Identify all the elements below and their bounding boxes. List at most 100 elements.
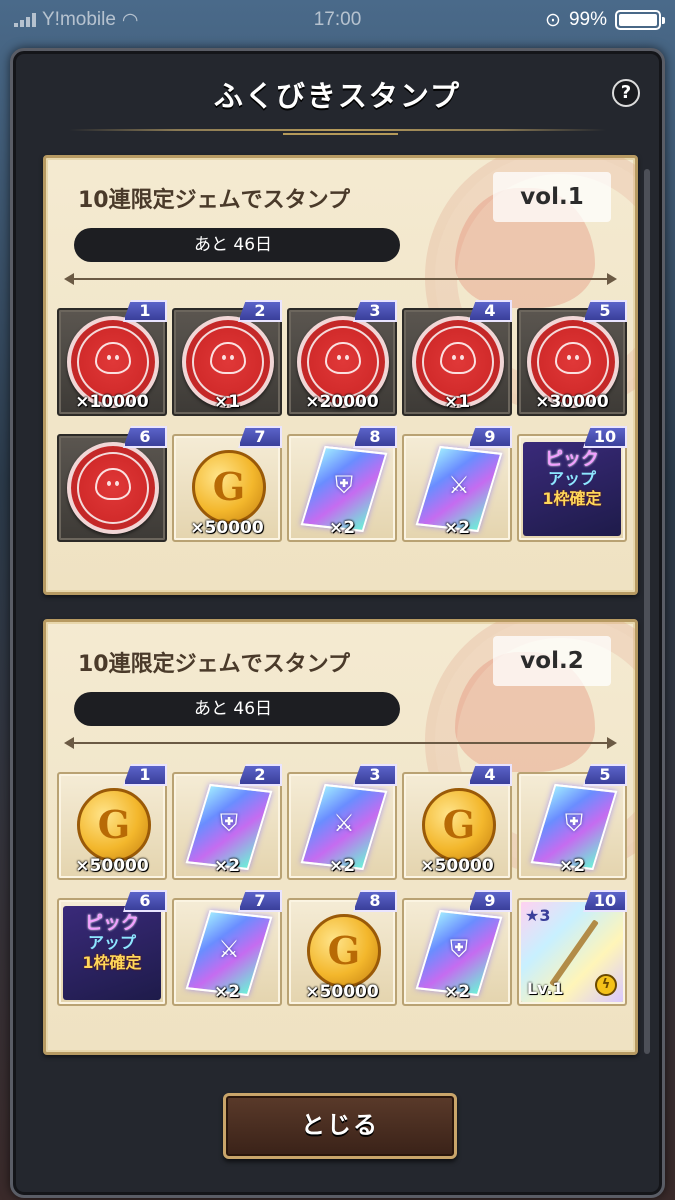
slot-number-badge: 9: [468, 426, 512, 448]
slot-number-badge: 9: [468, 890, 512, 912]
stamp-slot[interactable]: ピック アップ 1枠確定 10: [517, 426, 627, 542]
reward-quantity: ×30000: [535, 392, 609, 412]
sword-icon: [549, 919, 599, 987]
battery-percent: 99%: [568, 9, 607, 30]
battery-icon: [615, 10, 665, 30]
gold-coin-icon: G: [192, 450, 266, 524]
stamp-slot[interactable]: ⚔ 9 ×2: [402, 426, 512, 542]
shield-icon: ⛨: [335, 471, 353, 499]
reward-quantity: ×1: [443, 392, 471, 412]
stamp-slot[interactable]: G 8 ×50000: [287, 890, 397, 1006]
stamp-slot[interactable]: G 1 ×50000: [57, 764, 167, 880]
slime-icon: [555, 342, 591, 374]
reward-quantity: ×2: [213, 856, 241, 876]
slot-number-badge: 8: [353, 890, 397, 912]
reward-quantity: ×50000: [75, 856, 149, 876]
sword-icon: ⚔: [218, 935, 240, 963]
shield-icon: ⛨: [565, 809, 583, 837]
stamp-slot[interactable]: G 4 ×50000: [402, 764, 512, 880]
weapon-card-icon: ★3 Lv.1 ϟ: [521, 902, 623, 1002]
pickup-ticket-icon: ピック アップ 1枠確定: [63, 906, 161, 1000]
shield-icon: ⛨: [450, 935, 468, 963]
reward-quantity: ×50000: [190, 518, 264, 538]
stamp-slot[interactable]: G 7 ×50000: [172, 426, 282, 542]
slime-icon: [95, 342, 131, 374]
stamp-dialog: ふくびきスタンプ ? 10連限定ジェムでスタンプ vol.1 あと 46日 1 ×…: [10, 48, 665, 1198]
help-button[interactable]: ?: [612, 79, 640, 107]
stamp-slot[interactable]: 6: [57, 426, 167, 542]
card-divider: [64, 737, 617, 749]
slot-number-badge: 7: [238, 426, 282, 448]
weapon-level: Lv.1: [527, 979, 564, 998]
stamp-slot[interactable]: 1 ×10000: [57, 300, 167, 416]
stamp-slot[interactable]: 3 ×20000: [287, 300, 397, 416]
reward-quantity: ×2: [213, 982, 241, 1002]
pickup-text: アップ: [547, 469, 596, 488]
shield-icon: ⛨: [220, 809, 238, 837]
gold-coin-icon: G: [307, 914, 381, 988]
slot-number-badge: 1: [123, 300, 167, 322]
status-bar: Y!mobile ◠ 17:00 ⊙ 99%: [0, 0, 675, 40]
stamp-slot[interactable]: ピック アップ 1枠確定 6: [57, 890, 167, 1006]
stamp-slot[interactable]: ⛨ 8 ×2: [287, 426, 397, 542]
title-ornament: [283, 125, 398, 135]
rotation-lock-icon: ⊙: [545, 9, 561, 31]
reward-quantity: ×2: [443, 982, 471, 1002]
reward-quantity: ×2: [558, 856, 586, 876]
sword-icon: ⚔: [448, 471, 470, 499]
pickup-ticket-icon: ピック アップ 1枠確定: [523, 442, 621, 536]
reward-quantity: ×2: [443, 518, 471, 538]
slime-icon: [95, 468, 131, 500]
stamp-card-vol1: 10連限定ジェムでスタンプ vol.1 あと 46日 1 ×10000 2 ×1 3 ×2…: [43, 155, 638, 595]
slot-number-badge: 3: [353, 300, 397, 322]
vol-badge: vol.1: [493, 172, 611, 222]
slot-number-badge: 10: [583, 426, 627, 448]
gold-coin-icon: G: [422, 788, 496, 862]
stamp-slot[interactable]: 2 ×1: [172, 300, 282, 416]
stamp-slot[interactable]: ⚔ 7 ×2: [172, 890, 282, 1006]
pickup-guarantee-text: 1枠確定: [82, 953, 142, 972]
reward-quantity: ×50000: [305, 982, 379, 1002]
gold-coin-icon: G: [77, 788, 151, 862]
slot-number-badge: 2: [238, 764, 282, 786]
reward-quantity: ×50000: [420, 856, 494, 876]
vol-badge: vol.2: [493, 636, 611, 686]
stamp-grid: G 1 ×50000 ⛨ 2 ×2 ⚔ 3 ×2 G 4 ×50000 ⛨ 5 ×2 ピック アップ 1枠確定 6 ⚔…: [57, 764, 629, 1006]
pickup-guarantee-text: 1枠確定: [542, 489, 602, 508]
slime-icon: [440, 342, 476, 374]
stamp-slot[interactable]: ⛨ 9 ×2: [402, 890, 512, 1006]
slot-number-badge: 6: [123, 426, 167, 448]
reward-quantity: ×10000: [75, 392, 149, 412]
reward-quantity: ×1: [213, 392, 241, 412]
stamped-seal-icon: [67, 442, 159, 534]
reward-quantity: ×2: [328, 856, 356, 876]
scrollbar[interactable]: [644, 169, 650, 1054]
star-rarity: ★3: [525, 906, 551, 925]
slot-number-badge: 2: [238, 300, 282, 322]
stamp-slot[interactable]: ⚔ 3 ×2: [287, 764, 397, 880]
slime-icon: [210, 342, 246, 374]
remaining-days: あと 46日: [74, 692, 400, 726]
remaining-days: あと 46日: [74, 228, 400, 262]
sword-icon: ⚔: [333, 809, 355, 837]
card-divider: [64, 273, 617, 285]
pickup-text: アップ: [87, 933, 136, 952]
slot-number-badge: 1: [123, 764, 167, 786]
slime-icon: [325, 342, 361, 374]
reward-quantity: ×20000: [305, 392, 379, 412]
card-title: 10連限定ジェムでスタンプ: [78, 188, 350, 213]
stamp-card-vol2: 10連限定ジェムでスタンプ vol.2 あと 46日 G 1 ×50000 ⛨ 2 ×2 ⚔…: [43, 619, 638, 1055]
stamp-slot[interactable]: ⛨ 5 ×2: [517, 764, 627, 880]
stamp-slot[interactable]: ⛨ 2 ×2: [172, 764, 282, 880]
battery-indicator: ⊙ 99%: [545, 9, 665, 32]
stamp-slot[interactable]: 4 ×1: [402, 300, 512, 416]
stamp-slot[interactable]: ★3 Lv.1 ϟ 10: [517, 890, 627, 1006]
stamp-grid: 1 ×10000 2 ×1 3 ×20000 4 ×1 5 ×30000 6 G 7 ×50000 ⛨ 8 ×2…: [57, 300, 629, 542]
battery-level: [619, 14, 657, 26]
close-button[interactable]: とじる: [223, 1093, 457, 1159]
stamp-slot[interactable]: 5 ×30000: [517, 300, 627, 416]
slot-number-badge: 8: [353, 426, 397, 448]
lightning-icon: ϟ: [595, 974, 617, 996]
slot-number-badge: 3: [353, 764, 397, 786]
slot-number-badge: 7: [238, 890, 282, 912]
